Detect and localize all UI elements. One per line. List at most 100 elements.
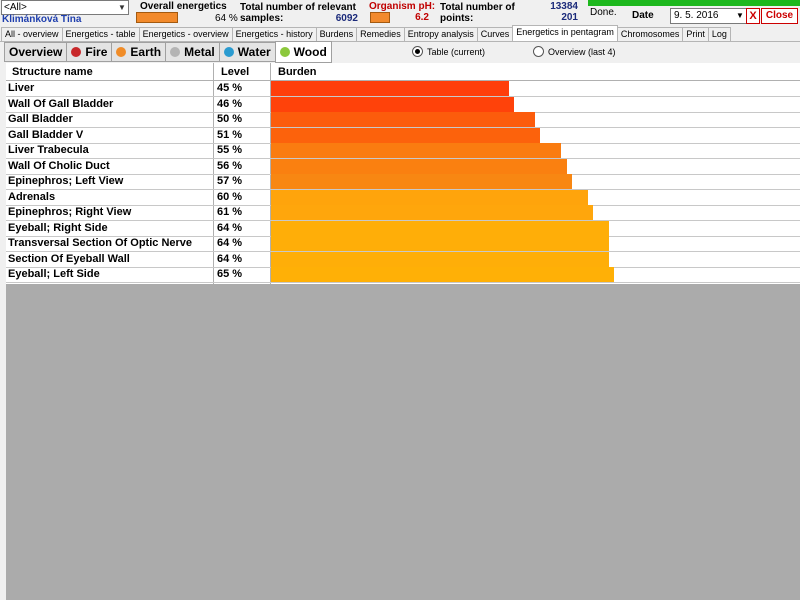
samples-label-2: samples:	[240, 13, 284, 24]
structure-name: Eyeball; Right Side	[8, 221, 108, 234]
level-value: 51 %	[217, 128, 243, 141]
wood-element-icon	[279, 47, 290, 57]
overall-energetics-label: Overall energetics	[140, 1, 227, 12]
table-row[interactable]: Wall Of Cholic Duct 56 %	[6, 158, 800, 175]
element-tab-label: Overview	[9, 45, 63, 59]
burden-bar	[271, 127, 541, 143]
level-value: 65 %	[217, 268, 243, 280]
points-value-2: 201	[561, 12, 578, 23]
close-button[interactable]: Close	[761, 8, 798, 24]
radio-unchecked-icon	[533, 46, 544, 57]
tab-burdens[interactable]: Burdens	[315, 27, 358, 41]
burden-bar	[271, 267, 615, 282]
element-tab-label: Water	[237, 45, 271, 59]
ph-label: Organism pH:	[369, 1, 436, 12]
level-value: 55 %	[217, 144, 243, 156]
structure-name: Section Of Eyeball Wall	[8, 252, 130, 265]
view-table-radio[interactable]: Table (current)	[412, 46, 485, 57]
table-row[interactable]: Wall Of Gall Bladder 46 %	[6, 96, 800, 113]
tab-log[interactable]: Log	[707, 27, 731, 41]
table-row[interactable]: Eyeball; Right Side 64 %	[6, 220, 800, 237]
tab-energetics-in-pentagram[interactable]: Energetics in pentagram	[512, 25, 618, 41]
tab-curves[interactable]: Curves	[476, 27, 514, 41]
points-value-1: 13384	[550, 1, 578, 12]
element-tab-label: Wood	[293, 45, 327, 59]
tab-print[interactable]: Print	[682, 27, 709, 41]
metal-element-icon	[170, 47, 181, 57]
level-value: 50 %	[217, 113, 243, 125]
table-row[interactable]: Epinephros; Left View 57 %	[6, 174, 800, 190]
burden-bar	[271, 205, 594, 220]
burden-bar	[271, 251, 609, 267]
table-row[interactable]: Eyeball; Left Side 65 %	[6, 267, 800, 283]
tab-all-overview[interactable]: All - overview	[1, 27, 63, 41]
date-picker[interactable]: 9. 5. 2016 ▼	[670, 8, 747, 24]
ph-value: 6.2	[415, 12, 429, 23]
element-tab-wood[interactable]: Wood	[274, 41, 332, 63]
points-label-1: Total number of	[440, 2, 515, 13]
table-row[interactable]: Section Of Eyeball Wall 64 %	[6, 251, 800, 268]
structure-name: Eyeball; Left Side	[8, 268, 100, 280]
level-value: 64 %	[217, 252, 243, 265]
burden-bar	[271, 174, 572, 189]
structure-name: Gall Bladder	[8, 113, 73, 125]
element-tab-water[interactable]: Water	[218, 42, 276, 62]
tab-energetics-overview[interactable]: Energetics - overview	[138, 27, 233, 41]
table-row[interactable]: Gall Bladder V 51 %	[6, 127, 800, 144]
date-label: Date	[632, 10, 654, 21]
patient-name: Klimánková Tína	[2, 14, 82, 25]
tab-energetics-table[interactable]: Energetics - table	[61, 27, 140, 41]
tab-entropy-analysis[interactable]: Entropy analysis	[403, 27, 478, 41]
ph-swatch	[370, 12, 390, 23]
filter-combo[interactable]: <All> ▼	[1, 0, 129, 15]
chevron-down-icon[interactable]: ▼	[734, 9, 746, 23]
empty-table-area	[6, 284, 800, 600]
element-tab-fire[interactable]: Fire	[66, 42, 113, 62]
burden-bar	[271, 236, 609, 251]
element-tabs: Overview Fire Earth Metal Water Wood	[4, 41, 332, 63]
burden-bar	[271, 96, 514, 112]
element-tab-label: Earth	[130, 45, 162, 59]
table-row[interactable]: Adrenals 60 %	[6, 189, 800, 206]
chevron-down-icon[interactable]: ▼	[116, 1, 128, 14]
column-header-structure[interactable]: Structure name	[12, 66, 93, 78]
table-row[interactable]: Liver 45 %	[6, 81, 800, 97]
status-text: Done.	[590, 7, 617, 18]
clear-date-button[interactable]: X	[746, 8, 760, 24]
level-value: 57 %	[217, 175, 243, 187]
column-header-level[interactable]: Level	[221, 66, 249, 78]
view-overview-radio[interactable]: Overview (last 4)	[533, 46, 616, 57]
water-element-icon	[223, 47, 234, 57]
filter-value: <All>	[4, 2, 27, 13]
level-value: 60 %	[217, 190, 243, 203]
structure-name: Wall Of Gall Bladder	[8, 97, 114, 110]
tab-energetics-history[interactable]: Energetics - history	[231, 27, 317, 41]
column-header-burden[interactable]: Burden	[278, 66, 317, 78]
element-tab-overview[interactable]: Overview	[4, 42, 68, 62]
table-row[interactable]: Liver Trabecula 55 %	[6, 143, 800, 159]
burden-bar	[271, 220, 609, 236]
table-row[interactable]: Gall Bladder 50 %	[6, 112, 800, 128]
progress-bar	[588, 0, 800, 6]
burden-bar	[271, 143, 562, 158]
fire-element-icon	[71, 47, 82, 57]
points-label-2: points:	[440, 13, 474, 24]
burden-bar	[271, 158, 567, 174]
element-tab-earth[interactable]: Earth	[111, 42, 167, 62]
radio-checked-icon	[412, 46, 423, 57]
level-value: 64 %	[217, 237, 243, 249]
structure-name: Transversal Section Of Optic Nerve	[8, 237, 193, 249]
tab-remedies[interactable]: Remedies	[356, 27, 405, 41]
burden-bar	[271, 112, 535, 127]
structure-name: Liver Trabecula	[8, 144, 89, 156]
tab-chromosomes[interactable]: Chromosomes	[616, 27, 684, 41]
view-table-label: Table (current)	[427, 46, 486, 57]
burden-table: Structure name Level Burden Liver 45 % Wal…	[6, 63, 800, 284]
table-row[interactable]: Transversal Section Of Optic Nerve 64 %	[6, 236, 800, 252]
level-value: 61 %	[217, 206, 243, 218]
earth-element-icon	[116, 47, 127, 57]
structure-name: Wall Of Cholic Duct	[8, 159, 110, 172]
samples-label-1: Total number of relevant	[240, 2, 356, 13]
table-row[interactable]: Epinephros; Right View 61 %	[6, 205, 800, 221]
element-tab-metal[interactable]: Metal	[165, 42, 220, 62]
